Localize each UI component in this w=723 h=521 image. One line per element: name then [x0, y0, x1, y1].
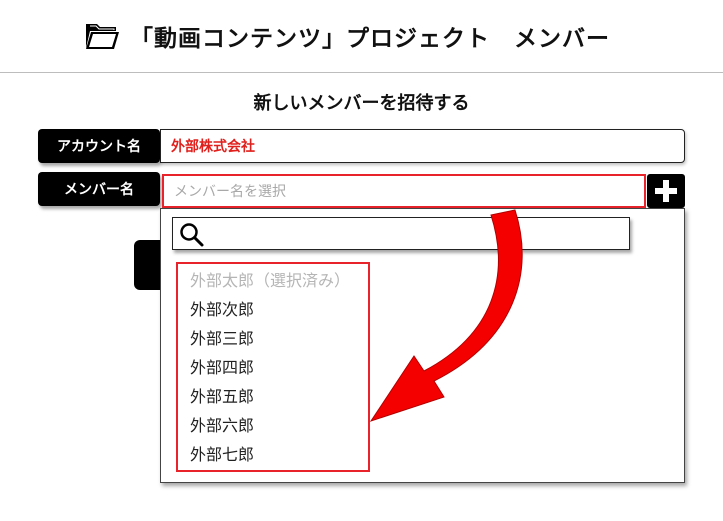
search-icon — [180, 223, 204, 247]
member-select-placeholder: メンバー名を選択 — [174, 184, 286, 200]
option-item[interactable]: 外部五郎 — [190, 382, 350, 411]
option-item[interactable]: 外部四郎 — [190, 353, 350, 382]
option-item[interactable]: 外部七郎 — [190, 440, 350, 469]
page-title: 「動画コンテンツ」プロジェクト メンバー — [130, 26, 610, 52]
dropdown-search[interactable] — [172, 217, 630, 250]
add-member-button[interactable] — [647, 174, 685, 208]
member-row: メンバー名 メンバー名を選択 — [38, 172, 685, 208]
form-subtitle: 新しいメンバーを招待する — [253, 93, 470, 114]
option-item-selected[interactable]: 外部太郎（選択済み） — [190, 266, 350, 295]
header-title-group: 「動画コンテンツ」プロジェクト メンバー — [84, 16, 610, 56]
dropdown-search-input[interactable] — [211, 222, 625, 248]
folder-icon — [86, 24, 119, 49]
plus-icon — [655, 180, 677, 202]
member-dropdown: 外部太郎（選択済み） 外部次郎 外部三郎 外部四郎 外部五郎 外部六郎 外部七郎 — [160, 208, 685, 483]
option-item[interactable]: 外部次郎 — [190, 295, 350, 324]
account-value: 外部株式会社 — [160, 129, 685, 163]
member-label: メンバー名 — [38, 172, 160, 206]
option-item[interactable]: 外部三郎 — [190, 324, 350, 353]
member-select[interactable]: メンバー名を選択 — [162, 174, 646, 208]
option-list: 外部太郎（選択済み） 外部次郎 外部三郎 外部四郎 外部五郎 外部六郎 外部七郎 — [190, 266, 350, 469]
account-label: アカウント名 — [38, 129, 160, 163]
account-row: アカウント名 外部株式会社 — [38, 129, 685, 163]
page-header: 「動画コンテンツ」プロジェクト メンバー — [0, 0, 723, 73]
account-value-text: 外部株式会社 — [171, 139, 255, 155]
option-item[interactable]: 外部六郎 — [190, 411, 350, 440]
